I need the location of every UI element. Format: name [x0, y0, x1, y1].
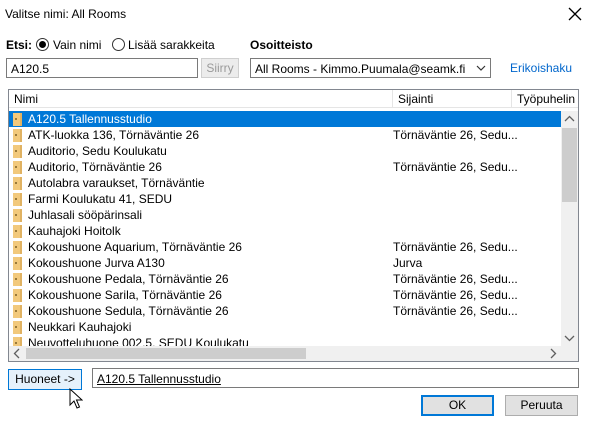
room-icon — [13, 113, 22, 126]
more-columns-label[interactable]: Lisää sarakkeita — [128, 38, 215, 52]
room-icon — [13, 289, 22, 302]
address-book-select[interactable]: All Rooms - Kimmo.Puumala@seamk.fi — [250, 58, 491, 78]
scroll-right-icon[interactable] — [544, 345, 561, 362]
result-row[interactable]: Kauhajoki Hoitolk — [9, 223, 561, 239]
room-icon — [13, 225, 22, 238]
name-only-radio[interactable] — [36, 38, 49, 51]
room-icon — [13, 273, 22, 286]
column-header-location[interactable]: Sijainti — [398, 92, 433, 106]
room-name: Kokoushuone Jurva A130 — [28, 256, 165, 270]
search-input[interactable]: A120.5 — [6, 58, 198, 78]
room-name: Kokoushuone Sarila, Törnäväntie 26 — [28, 288, 222, 302]
rooms-field[interactable]: A120.5 Tallennusstudio — [92, 368, 579, 388]
results-list[interactable]: Nimi Sijainti Työpuhelin A120.5 Tallennu… — [8, 89, 579, 362]
result-rows: A120.5 Tallennusstudio ATK-luokka 136, T… — [9, 111, 561, 347]
scroll-left-icon[interactable] — [9, 345, 26, 362]
room-icon — [13, 305, 22, 318]
room-location: Jurva — [393, 256, 423, 270]
room-name: ATK-luokka 136, Törnäväntie 26 — [28, 128, 199, 142]
room-icon — [13, 241, 22, 254]
name-only-label[interactable]: Vain nimi — [53, 38, 101, 52]
room-location: Törnäväntie 26, Sedu... — [393, 240, 518, 254]
title-bar: Valitse nimi: All Rooms — [0, 0, 590, 30]
room-location: Törnäväntie 26, Sedu... — [393, 288, 518, 302]
result-row[interactable]: Auditorio, Törnäväntie 26 Törnäväntie 26,… — [9, 159, 561, 175]
room-name: Juhlasali sööpärinsali — [28, 208, 143, 222]
more-columns-radio[interactable] — [112, 38, 125, 51]
room-name: Auditorio, Törnäväntie 26 — [28, 160, 162, 174]
address-book-label: Osoitteisto — [250, 38, 313, 52]
column-divider[interactable] — [392, 90, 393, 108]
result-row[interactable]: Juhlasali sööpärinsali — [9, 207, 561, 223]
vertical-scroll-thumb[interactable] — [562, 128, 577, 202]
grid-header: Nimi Sijainti Työpuhelin — [9, 90, 578, 108]
close-icon[interactable] — [566, 5, 584, 23]
room-name: Auditorio, Sedu Koulukatu — [28, 144, 167, 158]
search-label: Etsi: — [6, 38, 33, 52]
result-row[interactable]: Farmi Koulukatu 41, SEDU — [9, 191, 561, 207]
column-header-work-phone[interactable]: Työpuhelin — [517, 92, 575, 106]
result-row[interactable]: Kokoushuone Pedala, Törnäväntie 26 Törnäv… — [9, 271, 561, 287]
rooms-button[interactable]: Huoneet -> — [8, 369, 82, 390]
room-name: Neukkari Kauhajoki — [28, 320, 132, 334]
go-button[interactable]: Siirry — [201, 58, 239, 78]
result-row[interactable]: Autolabra varaukset, Törnäväntie — [9, 175, 561, 191]
cancel-button[interactable]: Peruuta — [505, 395, 578, 416]
room-icon — [13, 129, 22, 142]
room-name: Kokoushuone Pedala, Törnäväntie 26 — [28, 272, 229, 286]
window-title: Valitse nimi: All Rooms — [5, 7, 127, 21]
result-row[interactable]: Auditorio, Sedu Koulukatu — [9, 143, 561, 159]
room-location: Törnäväntie 26, Sedu... — [393, 272, 518, 286]
scroll-corner — [561, 346, 578, 361]
chevron-down-icon — [476, 65, 486, 71]
room-name: Kokoushuone Sedula, Törnäväntie 26 — [28, 304, 229, 318]
advanced-search-link[interactable]: Erikoishaku — [510, 61, 572, 75]
scroll-up-icon[interactable] — [561, 111, 578, 128]
vertical-scrollbar[interactable] — [561, 111, 578, 347]
room-icon — [13, 193, 22, 206]
rooms-field-value: A120.5 Tallennusstudio — [97, 372, 221, 386]
horizontal-scroll-thumb[interactable] — [26, 348, 306, 359]
room-location: Törnäväntie 26, Sedu... — [393, 160, 518, 174]
result-row[interactable]: Neukkari Kauhajoki — [9, 319, 561, 335]
room-location: Törnäväntie 26, Sedu... — [393, 128, 518, 142]
column-header-name[interactable]: Nimi — [14, 92, 38, 106]
column-divider[interactable] — [511, 90, 512, 108]
mouse-pointer-icon — [69, 388, 83, 409]
scroll-down-icon[interactable] — [561, 330, 578, 347]
room-name: Kokoushuone Aquarium, Törnäväntie 26 — [28, 240, 242, 254]
room-name: Autolabra varaukset, Törnäväntie — [28, 176, 205, 190]
search-input-value: A120.5 — [11, 62, 50, 76]
result-row[interactable]: Kokoushuone Sarila, Törnäväntie 26 Törnäv… — [9, 287, 561, 303]
room-icon — [13, 321, 22, 334]
room-icon — [13, 161, 22, 174]
room-name: A120.5 Tallennusstudio — [28, 112, 152, 126]
ok-button[interactable]: OK — [421, 395, 494, 416]
room-name: Farmi Koulukatu 41, SEDU — [28, 192, 173, 206]
room-name: Kauhajoki Hoitolk — [28, 224, 121, 238]
result-row[interactable]: Kokoushuone Sedula, Törnäväntie 26 Törnäv… — [9, 303, 561, 319]
result-row[interactable]: Kokoushuone Jurva A130 Jurva — [9, 255, 561, 271]
room-icon — [13, 177, 22, 190]
result-row[interactable]: Kokoushuone Aquarium, Törnäväntie 26 Törn… — [9, 239, 561, 255]
room-location: Törnäväntie 26, Sedu... — [393, 304, 518, 318]
room-icon — [13, 209, 22, 222]
room-icon — [13, 257, 22, 270]
address-book-value: All Rooms - Kimmo.Puumala@seamk.fi — [255, 62, 466, 76]
result-row[interactable]: A120.5 Tallennusstudio — [9, 111, 561, 127]
horizontal-scrollbar[interactable] — [9, 346, 561, 361]
room-icon — [13, 145, 22, 158]
result-row[interactable]: ATK-luokka 136, Törnäväntie 26 Törnävänti… — [9, 127, 561, 143]
